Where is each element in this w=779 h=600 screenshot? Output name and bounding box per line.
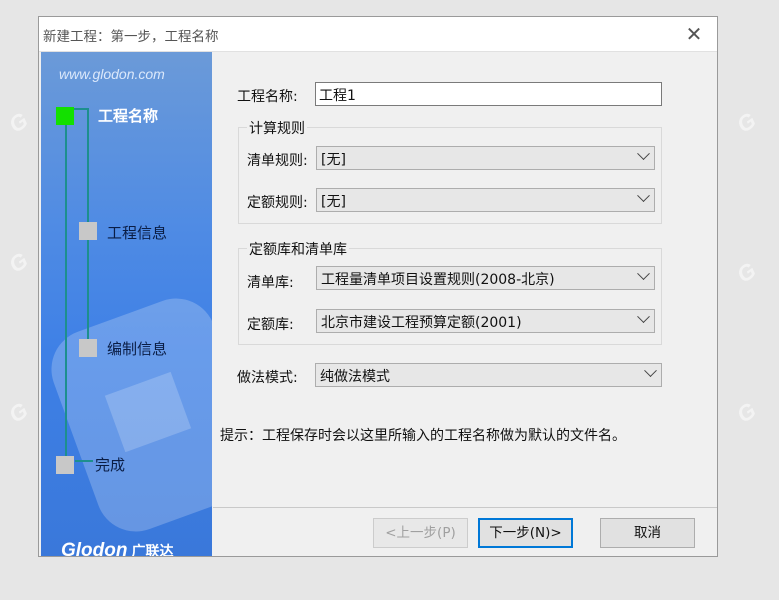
title-bar: 新建工程：第一步，工程名称 ✕ — [39, 17, 717, 52]
next-button[interactable]: 下一步(N)> — [478, 518, 573, 548]
quota-rule-select[interactable]: [无] — [316, 188, 655, 212]
quota-rule-value: [无] — [321, 194, 346, 210]
website-url: www.glodon.com — [59, 66, 165, 82]
bill-lib-value: 工程量清单项目设置规则(2008-北京) — [321, 272, 555, 288]
bill-rule-value: [无] — [321, 152, 346, 168]
footer-separator — [213, 507, 717, 508]
method-label: 做法模式: — [237, 370, 298, 386]
watermark: G — [732, 257, 761, 288]
project-name-input[interactable]: 工程1 — [315, 82, 662, 106]
bill-lib-select[interactable]: 工程量清单项目设置规则(2008-北京) — [316, 266, 655, 290]
new-project-dialog: 新建工程：第一步，工程名称 ✕ www.glodon.com 工程名称 工程信息… — [38, 16, 718, 557]
watermark: G — [4, 247, 33, 278]
method-value: 纯做法模式 — [320, 369, 390, 385]
cancel-button[interactable]: 取消 — [600, 518, 695, 548]
chevron-down-icon — [637, 189, 650, 203]
chevron-down-icon — [637, 267, 650, 281]
step-marker-compile-info — [79, 339, 97, 357]
method-select[interactable]: 纯做法模式 — [315, 363, 662, 387]
step-compile-info: 编制信息 — [107, 340, 168, 358]
quota-lib-label: 定额库: — [247, 317, 294, 333]
step-marker-project-info — [79, 222, 97, 240]
glodon-logo: Glodon 广联达 — [61, 540, 174, 556]
bill-lib-label: 清单库: — [247, 275, 294, 291]
step-project-info: 工程信息 — [107, 224, 168, 242]
quota-lib-value: 北京市建设工程预算定额(2001) — [321, 315, 522, 331]
watermark: G — [732, 397, 761, 428]
chevron-down-icon — [637, 147, 650, 161]
watermark: G — [732, 107, 761, 138]
wizard-sidebar: www.glodon.com 工程名称 工程信息 编制信息 完成 Glodon 广… — [41, 52, 212, 556]
step-finish: 完成 — [95, 456, 126, 474]
bill-rule-label: 清单规则: — [247, 153, 308, 169]
project-name-label: 工程名称: — [237, 89, 298, 105]
bill-rule-select[interactable]: [无] — [316, 146, 655, 170]
watermark: G — [4, 397, 33, 428]
step-marker-finish — [56, 456, 74, 474]
calc-rules-caption: 计算规则 — [247, 118, 307, 138]
step-connector — [65, 108, 67, 460]
hint-text: 提示：工程保存时会以这里所输入的工程名称做为默认的文件名。 — [220, 428, 626, 444]
chevron-down-icon — [637, 310, 650, 324]
watermark: G — [4, 107, 33, 138]
dialog-title: 新建工程：第一步，工程名称 — [43, 29, 219, 45]
quota-lib-select[interactable]: 北京市建设工程预算定额(2001) — [316, 309, 655, 333]
chevron-down-icon — [644, 364, 657, 378]
quota-rule-label: 定额规则: — [247, 195, 308, 211]
step-project-name: 工程名称 — [98, 107, 159, 125]
step-marker-project-name — [56, 107, 74, 125]
prev-button[interactable]: <上一步(P) — [373, 518, 468, 548]
step-connector — [75, 460, 93, 462]
close-icon[interactable]: ✕ — [681, 21, 707, 47]
libraries-caption: 定额库和清单库 — [247, 239, 349, 259]
